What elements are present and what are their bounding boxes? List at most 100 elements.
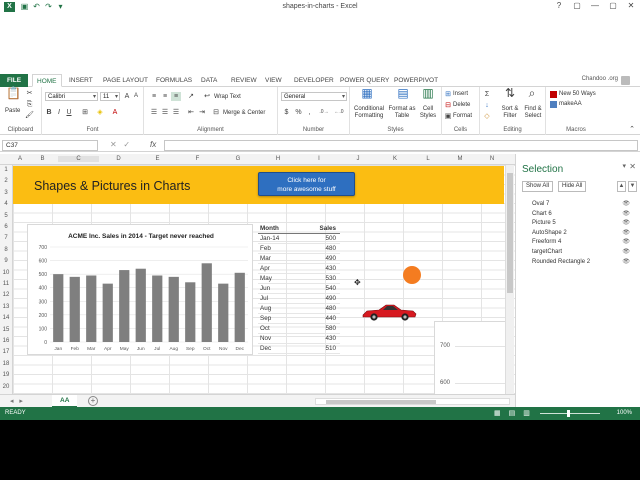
vertical-scrollbar[interactable] [505, 165, 514, 394]
minimize-button[interactable]: — [590, 1, 600, 10]
row-header[interactable]: 18 [0, 361, 12, 367]
column-header[interactable]: F [177, 156, 218, 162]
column-header[interactable]: M [442, 156, 478, 162]
macro-new-50-ways-button[interactable]: New 50 Ways [559, 91, 596, 97]
macro-makeaa-button[interactable]: makeAA [559, 101, 582, 107]
italic-icon[interactable]: I [55, 108, 63, 117]
chart-bar[interactable] [234, 272, 245, 342]
table-cell-month[interactable]: Feb [258, 244, 298, 253]
table-cell-month[interactable]: Sep [258, 314, 298, 323]
selection-pane-item[interactable]: Freeform 4 👁 [532, 238, 636, 248]
table-cell-sales[interactable]: 500 [298, 234, 338, 243]
table-cell-month[interactable]: May [258, 274, 298, 283]
font-color-icon[interactable]: A [110, 108, 120, 117]
page-break-view-icon[interactable]: ▥ [523, 409, 530, 417]
table-cell-sales[interactable]: 440 [298, 314, 338, 323]
underline-icon[interactable]: U [65, 108, 73, 117]
chart-bar[interactable] [69, 276, 80, 342]
find-select-icon[interactable]: ⌕ [526, 87, 538, 99]
borders-icon[interactable]: ⊞ [80, 108, 90, 117]
align-center-icon[interactable]: ☰ [160, 108, 170, 117]
chart-bar[interactable] [135, 268, 146, 342]
selection-pane-item[interactable]: AutoShape 2 👁 [532, 229, 636, 239]
paste-icon[interactable]: 📋 [6, 87, 21, 99]
table-cell-month[interactable]: Aug [258, 304, 298, 313]
scrollbar-thumb[interactable] [326, 400, 436, 404]
more-awesome-stuff-button[interactable]: Click here for more awesome stuff [258, 172, 355, 196]
sales-chart[interactable]: ACME Inc. Sales in 2014 - Target never r… [27, 224, 253, 355]
close-button[interactable]: ✕ [626, 1, 636, 10]
row-header[interactable]: 15 [0, 327, 12, 333]
format-cells-button[interactable]: Format [453, 113, 472, 119]
page-layout-view-icon[interactable]: ▤ [509, 409, 516, 417]
scrollbar-thumb[interactable] [507, 173, 513, 293]
zoom-slider[interactable] [540, 413, 600, 414]
format-as-table-button[interactable]: Format as Table [388, 106, 416, 120]
table-cell-sales[interactable]: 540 [298, 284, 338, 293]
conditional-formatting-icon[interactable]: ▦ [360, 87, 374, 99]
currency-icon[interactable]: $ [282, 108, 291, 117]
percent-icon[interactable]: % [294, 108, 303, 117]
bold-icon[interactable]: B [45, 108, 53, 117]
show-all-button[interactable]: Show All [522, 181, 554, 192]
tab-home[interactable]: HOME [32, 74, 62, 87]
visibility-eye-icon[interactable]: 👁 [622, 219, 630, 228]
conditional-formatting-button[interactable]: Conditional Formatting [352, 106, 386, 120]
column-header[interactable]: L [414, 156, 442, 162]
horizontal-scrollbar[interactable] [315, 398, 510, 405]
fill-icon[interactable]: ↓ [483, 101, 491, 110]
row-header[interactable]: 6 [0, 224, 12, 230]
chart-bar[interactable] [102, 283, 113, 342]
orientation-icon[interactable]: ↗ [186, 92, 196, 101]
chart-bar[interactable] [86, 275, 97, 343]
normal-view-icon[interactable]: ▦ [494, 409, 501, 417]
selection-pane-item[interactable]: Picture 5 👁 [532, 219, 636, 229]
row-header[interactable]: 9 [0, 258, 12, 264]
align-right-icon[interactable]: ☰ [171, 108, 181, 117]
row-header[interactable]: 8 [0, 247, 12, 253]
collapse-ribbon-icon[interactable]: ⌃ [628, 125, 636, 134]
find-select-button[interactable]: Find & Select [522, 106, 544, 120]
orange-oval-shape[interactable] [403, 266, 421, 284]
zoom-level[interactable]: 100% [617, 410, 632, 416]
comma-icon[interactable]: , [305, 108, 314, 117]
table-cell-month[interactable]: Nov [258, 334, 298, 343]
chart-bar[interactable] [201, 263, 212, 342]
tab-view[interactable]: VIEW [261, 74, 286, 87]
row-header[interactable]: 19 [0, 372, 12, 378]
column-header[interactable]: C [58, 156, 99, 162]
row-header[interactable]: 1 [0, 167, 12, 173]
bring-forward-icon[interactable]: ▲ [617, 181, 626, 192]
row-header[interactable]: 3 [0, 190, 12, 196]
tab-developer[interactable]: DEVELOPER [290, 74, 338, 87]
table-cell-month[interactable]: Jan-14 [258, 234, 298, 243]
tab-data[interactable]: DATA [197, 74, 221, 87]
wrap-text-icon[interactable]: ↩ [202, 92, 212, 101]
column-header[interactable]: A [13, 156, 27, 162]
visibility-eye-icon[interactable]: 👁 [622, 229, 630, 238]
row-header[interactable]: 10 [0, 270, 12, 276]
red-car-picture[interactable] [361, 302, 417, 322]
table-header-month[interactable]: Month [258, 224, 298, 233]
tab-formulas[interactable]: FORMULAS [152, 74, 196, 87]
target-chart[interactable]: 700 600 [434, 321, 506, 395]
pane-options-icon[interactable]: ▾ [622, 162, 626, 170]
avatar[interactable] [621, 76, 630, 85]
clear-icon[interactable]: ◇ [483, 112, 491, 121]
selection-pane-item[interactable]: Chart 6 👁 [532, 210, 636, 220]
chart-bar[interactable] [218, 283, 229, 342]
visibility-eye-icon[interactable]: 👁 [622, 210, 630, 219]
selection-pane-item[interactable]: targetChart 👁 [532, 248, 636, 258]
column-header[interactable]: N [478, 156, 506, 162]
sort-filter-button[interactable]: Sort & Filter [500, 106, 520, 120]
align-top-icon[interactable]: ≡ [149, 92, 159, 101]
decrease-indent-icon[interactable]: ⇤ [186, 108, 196, 117]
table-cell-sales[interactable]: 530 [298, 274, 338, 283]
row-header[interactable]: 14 [0, 315, 12, 321]
table-cell-sales[interactable]: 490 [298, 254, 338, 263]
column-header[interactable]: D [99, 156, 138, 162]
format-cells-icon[interactable]: ▣ [444, 112, 452, 121]
selection-pane-item[interactable]: Oval 7 👁 [532, 200, 636, 210]
fill-color-icon[interactable]: ◈ [95, 108, 105, 117]
merge-center-button[interactable]: Merge & Center [223, 110, 265, 116]
